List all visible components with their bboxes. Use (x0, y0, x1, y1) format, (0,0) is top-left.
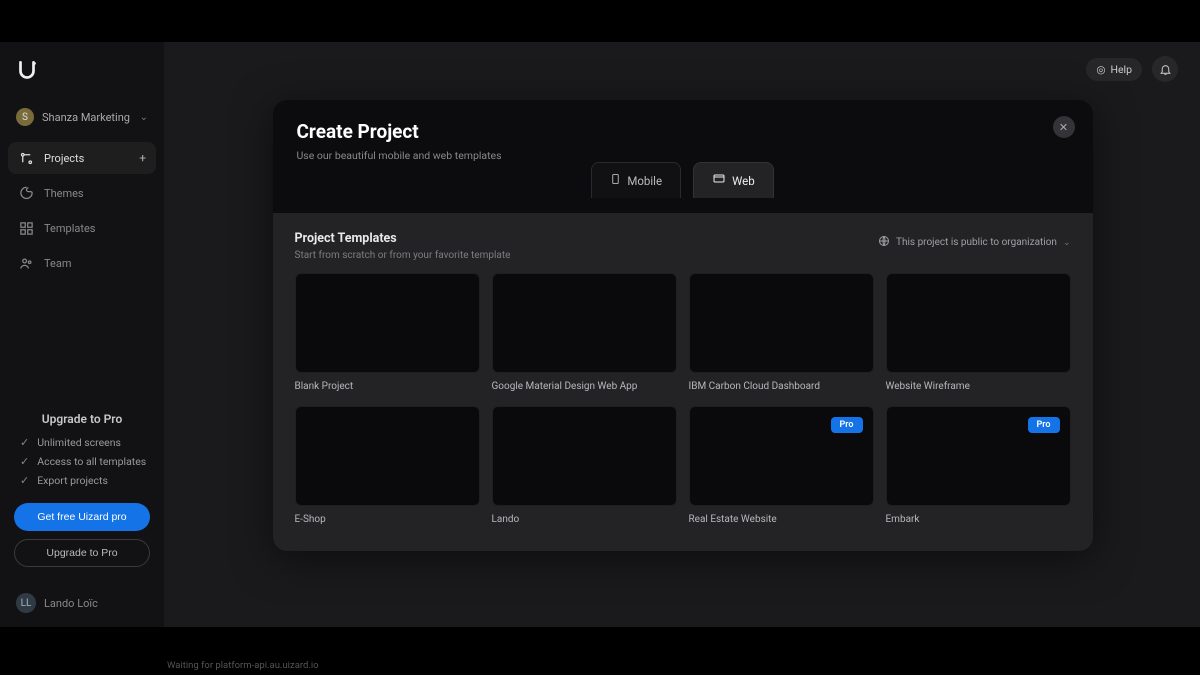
template-card-eshop[interactable]: E-Shop (295, 406, 480, 525)
templates-icon (18, 220, 34, 236)
status-text: Waiting for platform-api.au.uizard.io (167, 660, 319, 671)
logo-icon (14, 58, 40, 84)
tab-mobile[interactable]: Mobile (591, 162, 681, 198)
template-thumbnail: Pro (886, 406, 1071, 506)
tab-label: Web (732, 174, 755, 188)
user-avatar: LL (16, 593, 36, 613)
visibility-selector[interactable]: This project is public to organization ⌄ (878, 235, 1070, 250)
template-card-embark[interactable]: Pro Embark (886, 406, 1071, 525)
template-card-blank-project[interactable]: Blank Project (295, 273, 480, 392)
template-name: E-Shop (295, 514, 480, 525)
close-icon: ✕ (1059, 121, 1068, 134)
workspace-switcher[interactable]: S Shanza Marketing ⌄ (8, 102, 156, 132)
notifications-button[interactable] (1152, 56, 1178, 82)
pro-badge: Pro (831, 417, 863, 433)
main-area: ◎ Help Create Project Use our beautiful … (165, 42, 1200, 627)
template-card-lando[interactable]: Lando (492, 406, 677, 525)
sidebar-item-themes[interactable]: Themes (8, 177, 156, 209)
upgrade-feature: ✓Access to all templates (14, 455, 150, 468)
visibility-label: This project is public to organization (896, 237, 1057, 248)
close-button[interactable]: ✕ (1053, 116, 1075, 138)
modal-title: Create Project (297, 120, 1069, 143)
upgrade-title: Upgrade to Pro (14, 412, 150, 426)
mobile-icon (610, 172, 621, 189)
template-thumbnail (492, 273, 677, 373)
user-menu[interactable]: LL Lando Loïc (8, 583, 156, 615)
check-icon: ✓ (20, 436, 29, 449)
team-icon (18, 255, 34, 271)
upgrade-feature: ✓Unlimited screens (14, 436, 150, 449)
template-name: Blank Project (295, 381, 480, 392)
check-icon: ✓ (20, 474, 29, 487)
template-thumbnail (295, 406, 480, 506)
section-subtitle: Start from scratch or from your favorite… (295, 250, 511, 261)
template-card-website-wireframe[interactable]: Website Wireframe (886, 273, 1071, 392)
sidebar-item-label: Team (44, 257, 72, 270)
template-name: Website Wireframe (886, 381, 1071, 392)
projects-icon (18, 150, 34, 166)
tab-label: Mobile (627, 174, 662, 188)
sidebar-item-projects[interactable]: Projects + (8, 142, 156, 174)
create-project-modal: Create Project Use our beautiful mobile … (273, 100, 1093, 551)
themes-icon (18, 185, 34, 201)
help-icon: ◎ (1096, 63, 1105, 76)
sidebar-item-label: Templates (44, 222, 95, 235)
chevron-down-icon: ⌄ (1063, 238, 1071, 248)
web-icon (712, 173, 726, 188)
upgrade-to-pro-button[interactable]: Upgrade to Pro (14, 539, 150, 567)
sidebar-item-label: Projects (44, 152, 84, 165)
user-name: Lando Loïc (44, 597, 98, 610)
globe-icon (878, 235, 890, 250)
chevron-down-icon: ⌄ (140, 112, 148, 123)
upgrade-panel: Upgrade to Pro ✓Unlimited screens ✓Acces… (8, 402, 156, 567)
template-name: Lando (492, 514, 677, 525)
sidebar-item-team[interactable]: Team (8, 247, 156, 279)
template-name: Embark (886, 514, 1071, 525)
template-thumbnail (492, 406, 677, 506)
upgrade-feature: ✓Export projects (14, 474, 150, 487)
workspace-avatar: S (16, 108, 34, 126)
template-card-real-estate[interactable]: Pro Real Estate Website (689, 406, 874, 525)
tab-web[interactable]: Web (693, 162, 774, 198)
sidebar-item-templates[interactable]: Templates (8, 212, 156, 244)
template-thumbnail (886, 273, 1071, 373)
sidebar: S Shanza Marketing ⌄ Projects + Themes T… (0, 42, 165, 627)
template-card-material-web-app[interactable]: Google Material Design Web App (492, 273, 677, 392)
plus-icon[interactable]: + (139, 151, 146, 165)
get-free-pro-button[interactable]: Get free Uizard pro (14, 503, 150, 531)
sidebar-item-label: Themes (44, 187, 84, 200)
workspace-name: Shanza Marketing (42, 111, 130, 124)
template-thumbnail (689, 273, 874, 373)
template-name: IBM Carbon Cloud Dashboard (689, 381, 874, 392)
template-card-ibm-carbon[interactable]: IBM Carbon Cloud Dashboard (689, 273, 874, 392)
template-name: Real Estate Website (689, 514, 874, 525)
help-button[interactable]: ◎ Help (1086, 58, 1142, 81)
template-thumbnail (295, 273, 480, 373)
template-name: Google Material Design Web App (492, 381, 677, 392)
help-label: Help (1110, 63, 1132, 76)
section-title: Project Templates (295, 231, 511, 246)
pro-badge: Pro (1028, 417, 1060, 433)
check-icon: ✓ (20, 455, 29, 468)
template-thumbnail: Pro (689, 406, 874, 506)
